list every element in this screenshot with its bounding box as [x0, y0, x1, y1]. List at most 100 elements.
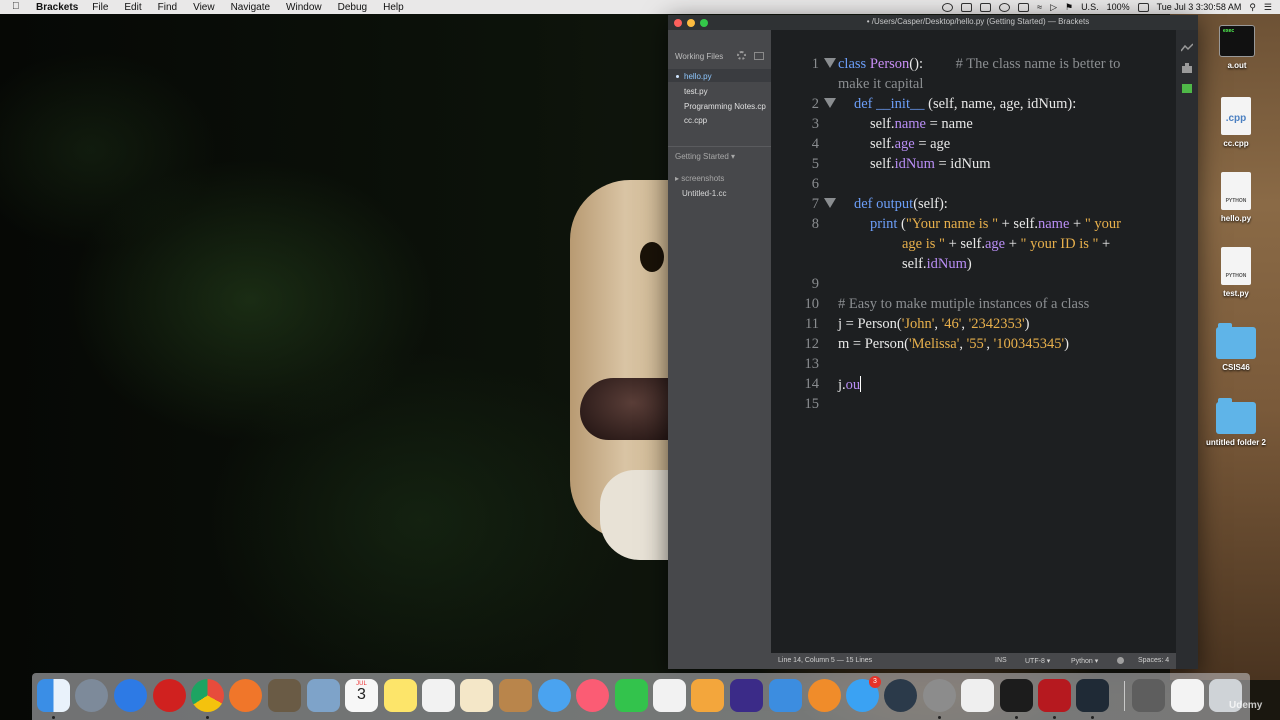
- desktop-icon-hello-py[interactable]: PYTHON hello.py: [1196, 172, 1276, 223]
- language-dropdown[interactable]: Python ▾: [1071, 657, 1098, 665]
- working-file-test-py[interactable]: test.py: [684, 87, 708, 96]
- desktop-icon-untitled-folder-2[interactable]: untitled folder 2: [1196, 398, 1276, 447]
- menu-app-name[interactable]: Brackets: [36, 2, 78, 13]
- code-line: j = Person('John', '46', '2342353'): [838, 316, 1030, 332]
- screen-icon[interactable]: [961, 2, 973, 12]
- close-window-button[interactable]: [674, 19, 682, 27]
- line-number: 7: [811, 196, 819, 212]
- itunes-icon[interactable]: [576, 679, 609, 712]
- working-file-hello-py[interactable]: hello.py: [684, 72, 712, 81]
- cursor-position: Line 14, Column 5 — 15 Lines: [778, 657, 873, 664]
- opera-icon[interactable]: [153, 679, 186, 712]
- firefox-icon[interactable]: [229, 679, 262, 712]
- fold-arrow-icon[interactable]: [824, 58, 836, 68]
- stickies-icon[interactable]: [384, 679, 417, 712]
- reminders-icon[interactable]: [422, 679, 455, 712]
- indent-setting[interactable]: Spaces: 4: [1138, 657, 1169, 664]
- live-preview-icon[interactable]: [1181, 43, 1193, 53]
- record-icon[interactable]: [942, 2, 954, 12]
- chrome-icon[interactable]: [191, 679, 224, 712]
- numbers-icon[interactable]: [653, 679, 686, 712]
- menu-find[interactable]: Find: [158, 2, 177, 13]
- menu-debug[interactable]: Debug: [338, 2, 367, 13]
- line-number: 4: [811, 136, 819, 152]
- documents-stack-icon[interactable]: [1171, 679, 1204, 712]
- apple-menu-icon[interactable]: : [12, 1, 26, 13]
- timemachine-icon[interactable]: [999, 2, 1011, 12]
- code-editor[interactable]: 1 2 3 4 5 6 7 8 9 10 11 12 13 14 15 clas…: [771, 30, 1176, 659]
- minimize-window-button[interactable]: [687, 19, 695, 27]
- exec-tag: exec: [1223, 28, 1235, 34]
- code-line: make it capital: [838, 76, 924, 92]
- notification-center-icon[interactable]: ☰: [1264, 2, 1272, 13]
- tree-folder-screenshots[interactable]: ▸ screenshots: [675, 174, 724, 183]
- menu-edit[interactable]: Edit: [124, 2, 141, 13]
- airplay-icon[interactable]: [980, 2, 992, 12]
- desktop-icon-cc-cpp[interactable]: .cpp cc.cpp: [1196, 97, 1276, 148]
- notes-app-icon[interactable]: [268, 679, 301, 712]
- insert-mode-toggle[interactable]: INS: [995, 657, 1007, 664]
- desktop-icon-test-py[interactable]: PYTHON test.py: [1196, 247, 1276, 298]
- working-file-programming-notes[interactable]: Programming Notes.cp: [684, 102, 766, 111]
- encoding-dropdown[interactable]: UTF-8 ▾: [1025, 657, 1050, 665]
- messages-icon[interactable]: [538, 679, 571, 712]
- desktop-icon-label: hello.py: [1220, 214, 1252, 223]
- facetime-icon[interactable]: [615, 679, 648, 712]
- menu-view[interactable]: View: [193, 2, 215, 13]
- downloads-stack-icon[interactable]: [1132, 679, 1165, 712]
- contacts-icon[interactable]: [499, 679, 532, 712]
- system-preferences-icon[interactable]: [923, 679, 956, 712]
- flag-icon[interactable]: ⚑: [1065, 2, 1073, 13]
- menu-help[interactable]: Help: [383, 2, 404, 13]
- menu-window[interactable]: Window: [286, 2, 322, 13]
- sidebar: Working Files hello.py test.py Programmi…: [668, 30, 771, 669]
- wifi-icon[interactable]: ≈: [1037, 2, 1042, 12]
- preview-icon[interactable]: [307, 679, 340, 712]
- zoom-window-button[interactable]: [700, 19, 708, 27]
- extension-icon[interactable]: [1181, 83, 1193, 93]
- desktop-icon-csis46[interactable]: CSIS46: [1196, 323, 1276, 372]
- finder-icon[interactable]: [37, 679, 70, 712]
- app-store-icon[interactable]: 3: [846, 676, 881, 712]
- volume-icon[interactable]: ▷: [1050, 2, 1057, 13]
- photos-preview-icon[interactable]: [460, 679, 493, 712]
- gear-icon[interactable]: [737, 51, 746, 60]
- desktop-icon-label: test.py: [1223, 289, 1249, 298]
- project-dropdown[interactable]: Getting Started ▾: [675, 152, 735, 161]
- fold-arrow-icon[interactable]: [824, 198, 836, 208]
- line-number: 12: [804, 336, 820, 352]
- imovie-icon[interactable]: [730, 679, 763, 712]
- running-indicator: [206, 716, 209, 719]
- safari-icon[interactable]: [114, 679, 147, 712]
- menu-navigate[interactable]: Navigate: [231, 2, 270, 13]
- ibooks-icon[interactable]: [808, 679, 841, 712]
- calendar-icon[interactable]: JUL 3: [345, 679, 378, 712]
- fold-arrow-icon[interactable]: [824, 98, 836, 108]
- brackets-dock-icon[interactable]: [1076, 679, 1109, 712]
- spotlight-icon[interactable]: ⚲: [1249, 2, 1256, 13]
- running-indicator: [1053, 716, 1056, 719]
- clock[interactable]: Tue Jul 3 3:30:58 AM: [1157, 2, 1242, 12]
- extension-manager-icon[interactable]: [1181, 63, 1193, 73]
- quicktime-icon[interactable]: [884, 679, 917, 712]
- cpp-file-icon: .cpp: [1221, 97, 1251, 135]
- desktop-icon-a-out[interactable]: exec a.out: [1197, 25, 1277, 70]
- menu-file[interactable]: File: [92, 2, 108, 13]
- textedit-icon[interactable]: [961, 679, 994, 712]
- running-indicator: [52, 716, 55, 719]
- pages-icon[interactable]: [691, 679, 724, 712]
- tree-file-untitled-1[interactable]: Untitled-1.cc: [682, 189, 726, 198]
- launchpad-icon[interactable]: [75, 679, 108, 712]
- line-number: 10: [804, 296, 820, 312]
- terminal-icon[interactable]: [1000, 679, 1033, 712]
- input-source[interactable]: U.S.: [1081, 2, 1099, 12]
- acrobat-icon[interactable]: [1038, 679, 1071, 712]
- working-file-cc-cpp[interactable]: cc.cpp: [684, 116, 707, 125]
- line-number: 6: [811, 176, 819, 192]
- split-view-icon[interactable]: [754, 52, 764, 60]
- bluetooth-icon[interactable]: [1018, 2, 1030, 12]
- battery-percent[interactable]: 100%: [1107, 2, 1130, 12]
- keynote-icon[interactable]: [769, 679, 802, 712]
- linter-status-icon[interactable]: [1117, 657, 1124, 664]
- battery-icon[interactable]: [1137, 2, 1149, 12]
